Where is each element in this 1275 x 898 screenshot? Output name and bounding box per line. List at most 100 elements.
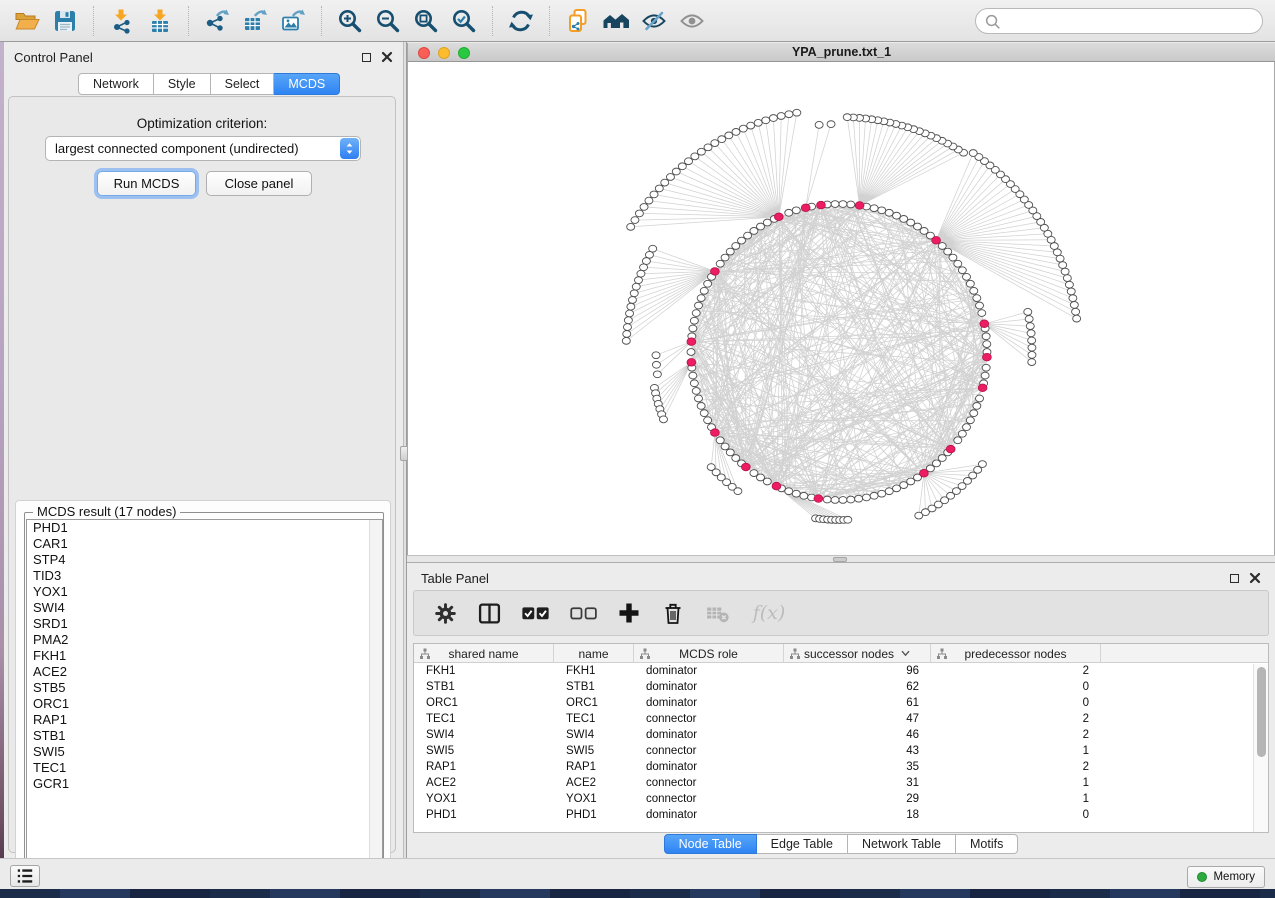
horizontal-split-grip[interactable] bbox=[833, 557, 847, 562]
mcds-hub-node[interactable] bbox=[710, 429, 719, 437]
table-scrollbar[interactable] bbox=[1253, 664, 1268, 833]
deselect-all-rows-button[interactable] bbox=[568, 600, 598, 626]
result-node-item[interactable]: STB1 bbox=[27, 728, 382, 744]
memory-button[interactable]: Memory bbox=[1187, 866, 1265, 888]
table-row[interactable]: ACE2ACE2connector311 bbox=[414, 775, 1268, 791]
export-image-button[interactable] bbox=[274, 3, 312, 39]
column-layout-button[interactable] bbox=[476, 600, 502, 626]
mcds-hub-node[interactable] bbox=[774, 213, 783, 221]
network-view-canvas[interactable] bbox=[407, 62, 1275, 555]
table-row[interactable]: ORC1ORC1dominator610 bbox=[414, 695, 1268, 711]
mcds-result-list[interactable]: PHD1CAR1STP4TID3YOX1SWI4SRD1PMA2FKH1ACE2… bbox=[26, 519, 383, 873]
refresh-button[interactable] bbox=[502, 3, 540, 39]
zoom-in-button[interactable] bbox=[331, 3, 369, 39]
run-mcds-button[interactable]: Run MCDS bbox=[97, 171, 196, 196]
mcds-hub-node[interactable] bbox=[932, 237, 941, 245]
select-all-rows-button[interactable] bbox=[520, 600, 550, 626]
home-network-button[interactable] bbox=[597, 3, 635, 39]
result-node-item[interactable]: ORC1 bbox=[27, 696, 382, 712]
mcds-hub-node[interactable] bbox=[980, 320, 989, 328]
close-panel-icon[interactable] bbox=[381, 51, 393, 63]
table-row[interactable]: STB1STB1dominator620 bbox=[414, 679, 1268, 695]
mcds-hub-node[interactable] bbox=[772, 482, 781, 490]
mcds-hub-node[interactable] bbox=[978, 384, 987, 392]
table-scrollbar-thumb[interactable] bbox=[1257, 667, 1266, 757]
result-node-item[interactable]: TID3 bbox=[27, 568, 382, 584]
tab-mcds[interactable]: MCDS bbox=[274, 73, 340, 95]
column-header-name[interactable]: name bbox=[554, 644, 634, 663]
task-history-button[interactable] bbox=[10, 865, 40, 887]
window-minimize-icon[interactable] bbox=[438, 47, 450, 59]
result-node-item[interactable]: CAR1 bbox=[27, 536, 382, 552]
result-node-item[interactable]: RAP1 bbox=[27, 712, 382, 728]
close-table-panel-icon[interactable] bbox=[1249, 572, 1261, 584]
tab-motifs[interactable]: Motifs bbox=[956, 834, 1018, 854]
import-table-button[interactable] bbox=[141, 3, 179, 39]
import-network-button[interactable] bbox=[103, 3, 141, 39]
result-node-item[interactable]: SWI5 bbox=[27, 744, 382, 760]
search-field[interactable] bbox=[975, 8, 1263, 34]
search-input[interactable] bbox=[1001, 11, 1262, 31]
column-header-successor-nodes[interactable]: successor nodes bbox=[784, 644, 931, 663]
result-node-item[interactable]: PHD1 bbox=[27, 520, 382, 536]
mcds-hub-node[interactable] bbox=[817, 201, 826, 209]
open-folder-button[interactable] bbox=[8, 3, 46, 39]
table-row[interactable]: YOX1YOX1connector291 bbox=[414, 791, 1268, 807]
float-table-panel-icon[interactable] bbox=[1230, 574, 1239, 583]
tab-network[interactable]: Network bbox=[78, 73, 154, 95]
table-row[interactable]: PHD1PHD1dominator180 bbox=[414, 807, 1268, 823]
result-node-item[interactable]: PMA2 bbox=[27, 632, 382, 648]
mcds-hub-node[interactable] bbox=[855, 202, 864, 210]
tab-style[interactable]: Style bbox=[154, 73, 211, 95]
tab-network-table[interactable]: Network Table bbox=[848, 834, 956, 854]
result-node-item[interactable]: FKH1 bbox=[27, 648, 382, 664]
mcds-hub-node[interactable] bbox=[741, 463, 750, 471]
zoom-selected-button[interactable] bbox=[445, 3, 483, 39]
result-node-item[interactable]: ACE2 bbox=[27, 664, 382, 680]
mcds-hub-node[interactable] bbox=[687, 359, 696, 367]
result-node-item[interactable]: GCR1 bbox=[27, 776, 382, 792]
result-list-scrollbar[interactable] bbox=[369, 520, 382, 872]
mcds-hub-node[interactable] bbox=[801, 204, 810, 212]
add-column-button[interactable] bbox=[616, 600, 642, 626]
network-titlebar[interactable]: YPA_prune.txt_1 bbox=[407, 43, 1275, 62]
table-settings-button[interactable] bbox=[432, 600, 458, 626]
window-zoom-icon[interactable] bbox=[458, 47, 470, 59]
mcds-hub-node[interactable] bbox=[687, 338, 696, 346]
save-session-button[interactable] bbox=[46, 3, 84, 39]
optimization-criterion-select[interactable]: largest connected component (undirected) bbox=[45, 136, 361, 161]
table-row[interactable]: TEC1TEC1connector472 bbox=[414, 711, 1268, 727]
result-node-item[interactable]: STB5 bbox=[27, 680, 382, 696]
column-header-MCDS-role[interactable]: MCDS role bbox=[634, 644, 784, 663]
mcds-hub-node[interactable] bbox=[983, 353, 992, 361]
result-node-item[interactable]: YOX1 bbox=[27, 584, 382, 600]
zoom-fit-button[interactable] bbox=[407, 3, 445, 39]
export-network-button[interactable] bbox=[198, 3, 236, 39]
delete-rows-button[interactable] bbox=[660, 600, 686, 626]
result-node-item[interactable]: TEC1 bbox=[27, 760, 382, 776]
table-row[interactable]: SWI5SWI5connector431 bbox=[414, 743, 1268, 759]
column-header-shared-name[interactable]: shared name bbox=[414, 644, 554, 663]
horizontal-split-divider[interactable] bbox=[407, 555, 1275, 563]
show-all-button[interactable] bbox=[673, 3, 711, 39]
result-node-item[interactable]: SRD1 bbox=[27, 616, 382, 632]
table-row[interactable]: FKH1FKH1dominator962 bbox=[414, 663, 1268, 679]
table-row[interactable]: RAP1RAP1dominator352 bbox=[414, 759, 1268, 775]
export-table-button[interactable] bbox=[236, 3, 274, 39]
mcds-hub-node[interactable] bbox=[919, 469, 928, 477]
mcds-hub-node[interactable] bbox=[946, 445, 955, 453]
result-node-item[interactable]: STP4 bbox=[27, 552, 382, 568]
mcds-hub-node[interactable] bbox=[710, 268, 719, 276]
column-header-predecessor-nodes[interactable]: predecessor nodes bbox=[931, 644, 1101, 663]
window-close-icon[interactable] bbox=[418, 47, 430, 59]
float-panel-icon[interactable] bbox=[362, 53, 371, 62]
copy-network-button[interactable] bbox=[559, 3, 597, 39]
tab-node-table[interactable]: Node Table bbox=[664, 834, 757, 854]
tab-select[interactable]: Select bbox=[211, 73, 275, 95]
tab-edge-table[interactable]: Edge Table bbox=[757, 834, 848, 854]
zoom-out-button[interactable] bbox=[369, 3, 407, 39]
mcds-hub-node[interactable] bbox=[814, 495, 823, 503]
hide-selected-button[interactable] bbox=[635, 3, 673, 39]
result-node-item[interactable]: SWI4 bbox=[27, 600, 382, 616]
table-row[interactable]: SWI4SWI4dominator462 bbox=[414, 727, 1268, 743]
